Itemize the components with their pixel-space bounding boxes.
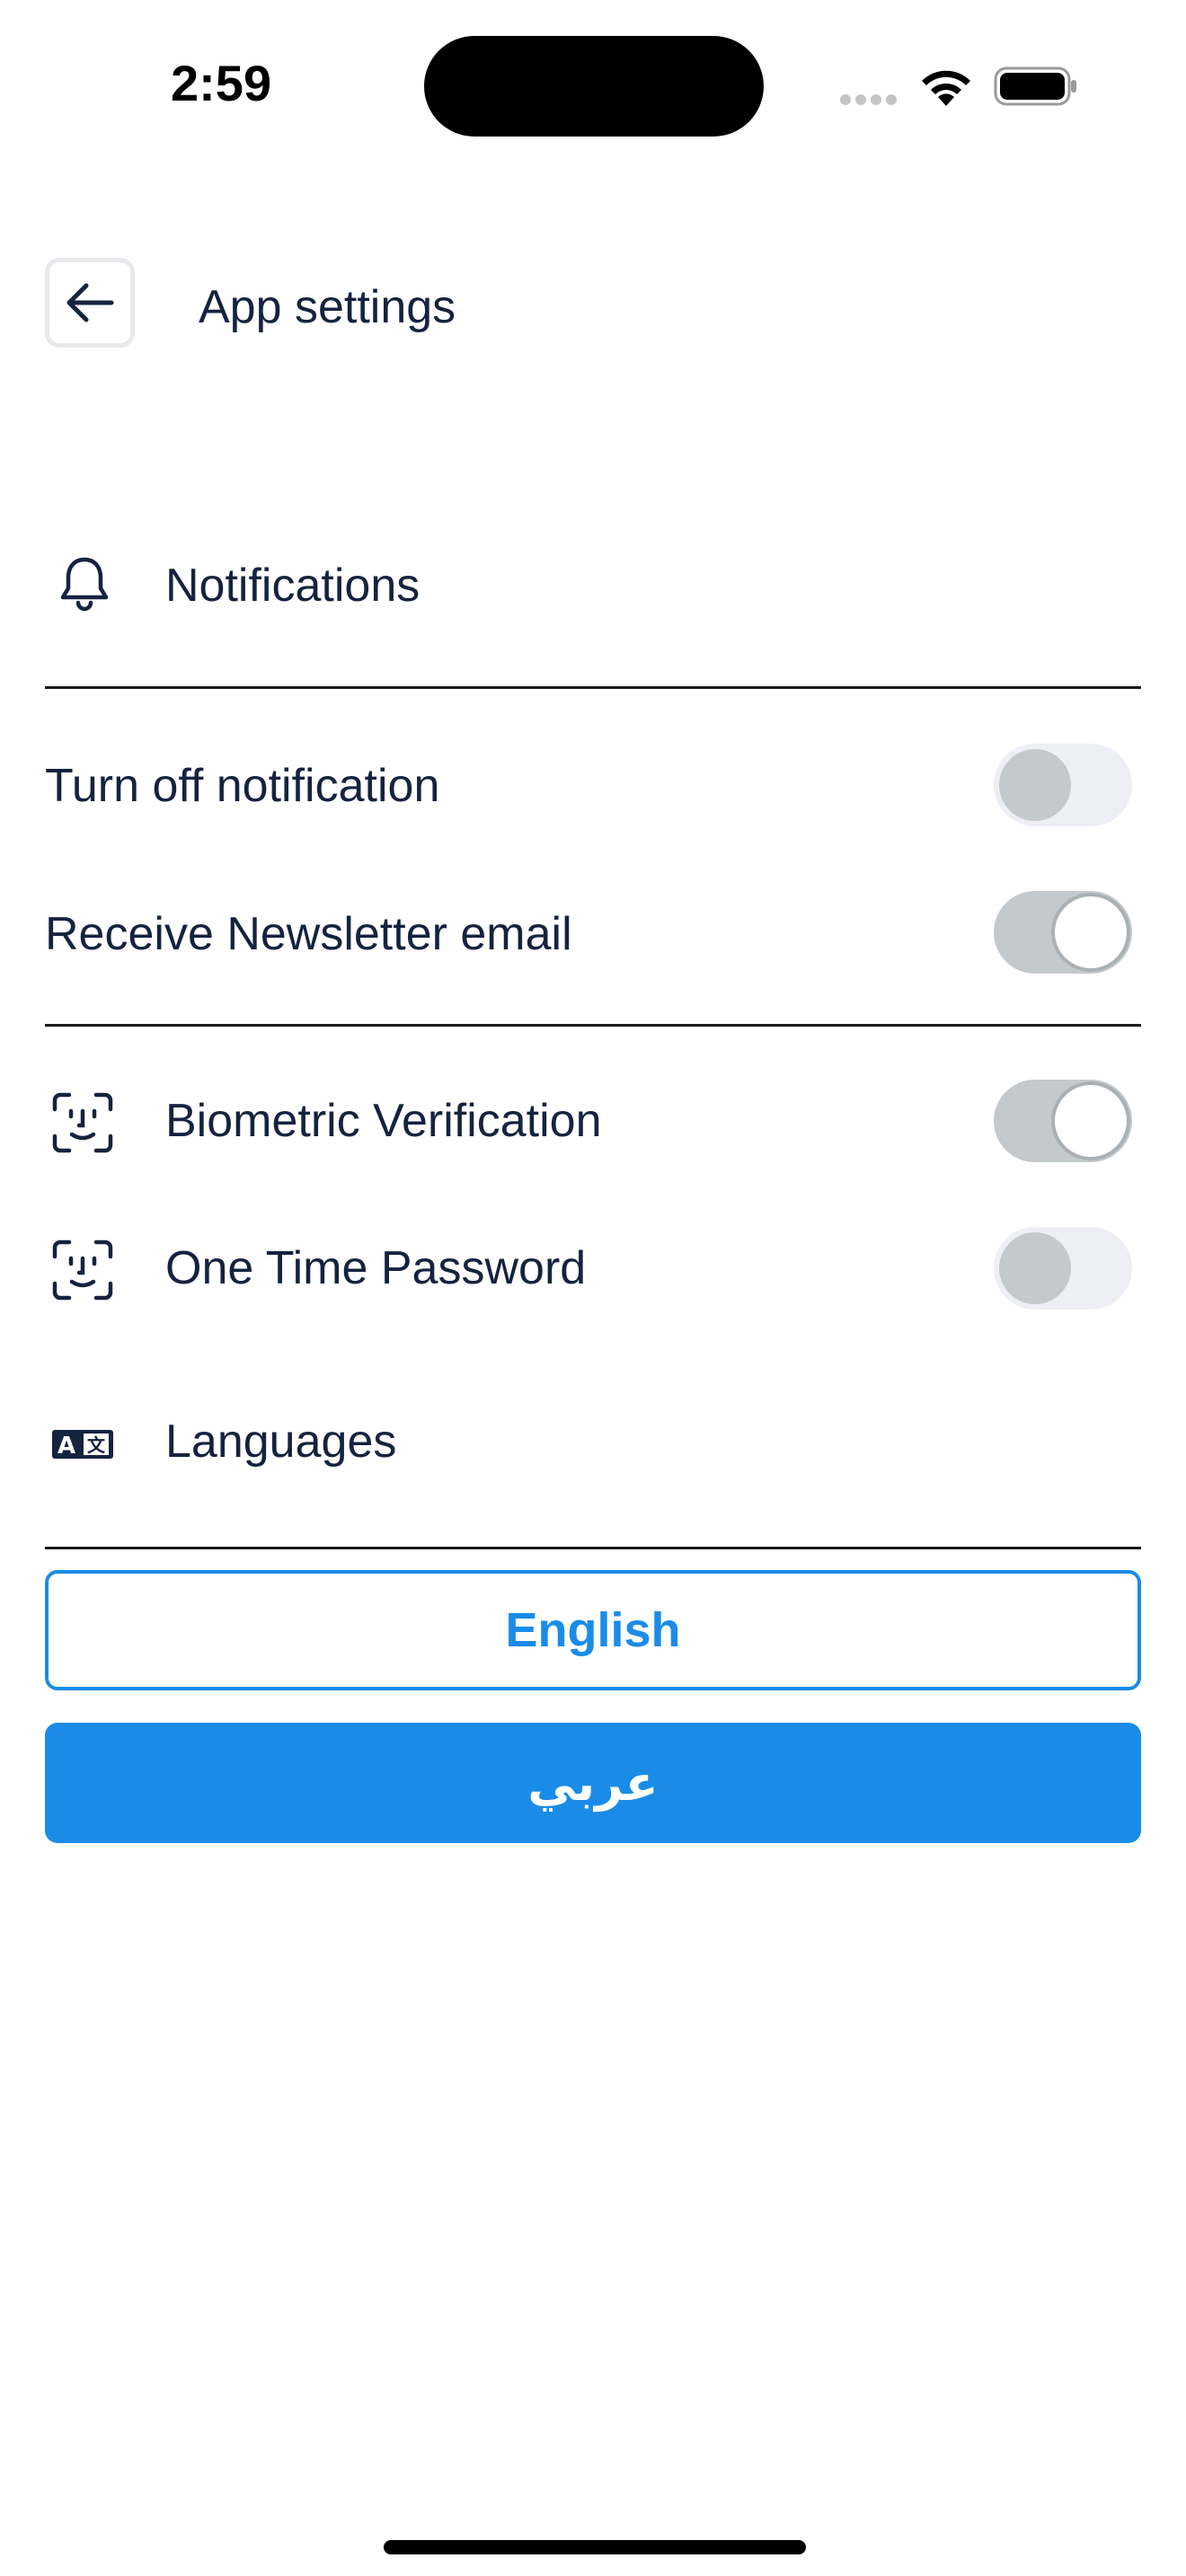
svg-text:A: A bbox=[58, 1433, 75, 1460]
english-language-button[interactable]: English bbox=[45, 1570, 1141, 1690]
toggle-knob bbox=[999, 1232, 1071, 1304]
section-title-languages: Languages bbox=[165, 1416, 397, 1468]
one-time-password-toggle[interactable] bbox=[994, 1227, 1132, 1310]
setting-label-biometric-verification: Biometric Verification bbox=[165, 1095, 602, 1147]
setting-label-newsletter-email: Receive Newsletter email bbox=[45, 908, 572, 960]
arabic-language-button[interactable]: عربي bbox=[45, 1723, 1141, 1843]
battery-icon bbox=[994, 65, 1078, 108]
setting-label-one-time-password: One Time Password bbox=[165, 1242, 587, 1294]
toggle-knob bbox=[1055, 896, 1127, 968]
newsletter-email-toggle[interactable] bbox=[994, 891, 1132, 974]
back-button[interactable] bbox=[45, 258, 135, 348]
translate-icon: A 文 bbox=[50, 1426, 115, 1462]
biometric-verification-toggle[interactable] bbox=[994, 1080, 1132, 1162]
home-indicator bbox=[384, 2540, 806, 2554]
divider bbox=[45, 686, 1141, 689]
status-time: 2:59 bbox=[171, 55, 272, 111]
cellular-signal-icon bbox=[840, 93, 903, 106]
divider bbox=[45, 1547, 1141, 1549]
face-id-icon bbox=[50, 1090, 115, 1155]
divider bbox=[45, 1024, 1141, 1027]
face-id-icon bbox=[50, 1238, 115, 1302]
turn-off-notification-toggle[interactable] bbox=[994, 744, 1132, 826]
wifi-icon bbox=[918, 65, 974, 108]
bell-icon bbox=[54, 551, 115, 614]
page-title: App settings bbox=[199, 281, 456, 333]
toggle-knob bbox=[1055, 1085, 1127, 1157]
toggle-knob bbox=[999, 749, 1071, 821]
svg-text:文: 文 bbox=[87, 1434, 106, 1456]
dynamic-island bbox=[424, 36, 764, 137]
section-title-notifications: Notifications bbox=[165, 560, 420, 612]
setting-label-turn-off-notification: Turn off notification bbox=[45, 760, 440, 812]
arrow-left-icon bbox=[65, 282, 115, 323]
